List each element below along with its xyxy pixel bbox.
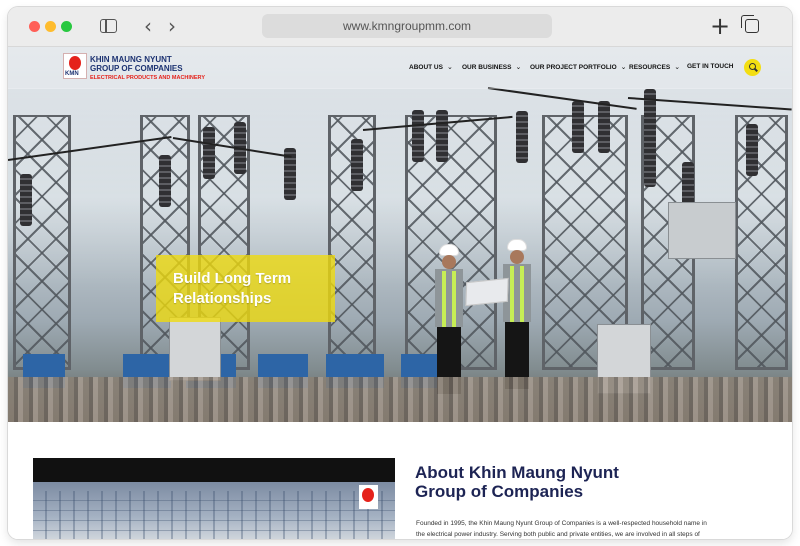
address-bar[interactable]: www.kmngroupmm.com [262,14,552,38]
nav-about-us[interactable]: ABOUT US ⌄ [409,63,453,71]
about-heading: About Khin Maung Nyunt Group of Companie… [415,463,675,501]
insulator [203,127,215,179]
nav-our-business[interactable]: OUR BUSINESS ⌄ [462,63,521,71]
insulator [572,101,584,153]
brand-line-2: GROUP OF COMPANIES [90,64,183,73]
chevron-down-icon: ⌄ [515,63,522,71]
maximize-window-button[interactable] [61,21,72,32]
about-heading-line-1: About Khin Maung Nyunt [415,463,619,482]
brand-line-1: KHIN MAUNG NYUNT [90,55,172,64]
chevron-down-icon: ⌄ [620,63,627,71]
engineer-figure [500,239,534,389]
insulator [351,139,363,191]
brand-tagline: ELECTRICAL PRODUCTS AND MACHINERY [90,75,205,81]
insulator [516,111,528,163]
hero-section: KHIN MAUNG NYUNT GROUP OF COMPANIES ELEC… [8,47,792,422]
kmn-logo[interactable] [63,53,87,79]
browser-toolbar: ‹ › www.kmngroupmm.com + [8,7,792,47]
insulator [598,101,610,153]
nav-label: OUR PROJECT PORTFOLIO [530,64,617,71]
webpage: KHIN MAUNG NYUNT GROUP OF COMPANIES ELEC… [8,47,792,539]
chevron-down-icon: ⌄ [674,63,681,71]
tab-overview-icon[interactable] [741,15,759,33]
nav-resources[interactable]: RESOURCES ⌄ [629,63,680,71]
nav-get-in-touch[interactable]: GET IN TOUCH [687,63,733,70]
insulator [746,124,758,176]
brand-name[interactable]: KHIN MAUNG NYUNT GROUP OF COMPANIES ELEC… [90,55,205,81]
browser-window: ‹ › www.kmngroupmm.com + KMN KHIN MAUNG … [8,7,792,539]
insulator [436,110,448,162]
close-window-button[interactable] [29,21,40,32]
insulator [159,155,171,207]
back-arrow-icon[interactable]: ‹ [144,16,152,36]
search-icon[interactable] [744,59,761,76]
insulator [20,174,32,226]
hero-headline-line-2: Relationships [173,290,272,307]
company-video[interactable] [33,458,395,539]
engineer-figure [432,244,466,394]
building-image [33,482,395,539]
nav-label: ABOUT US [409,64,443,71]
hero-headline-box: Build Long Term Relationships [156,255,335,322]
forward-arrow-icon[interactable]: › [168,16,176,36]
sidebar-toggle-icon[interactable] [100,19,117,33]
minimize-window-button[interactable] [45,21,56,32]
steel-tower [735,115,788,370]
chevron-down-icon: ⌄ [446,63,453,71]
insulator [412,110,424,162]
blueprint-paper [465,277,509,307]
nav-our-project-portfolio[interactable]: OUR PROJECT PORTFOLIO ⌄ [530,63,627,71]
control-panel [169,317,221,381]
insulator [644,89,656,187]
nav-label: OUR BUSINESS [462,64,512,71]
about-section: About Khin Maung Nyunt Group of Companie… [8,422,792,539]
new-tab-icon[interactable]: + [710,13,730,39]
gravel-ground [8,377,792,422]
video-logo [359,485,378,509]
nav-label: GET IN TOUCH [687,63,734,70]
about-paragraph: Founded in 1995, the Khin Maung Nyunt Gr… [416,520,707,538]
control-panel [668,202,736,259]
hero-headline-line-1: Build Long Term [173,270,292,287]
about-heading-line-2: Group of Companies [415,482,584,501]
site-header: KHIN MAUNG NYUNT GROUP OF COMPANIES ELEC… [8,47,792,89]
nav-label: RESOURCES [629,64,671,71]
